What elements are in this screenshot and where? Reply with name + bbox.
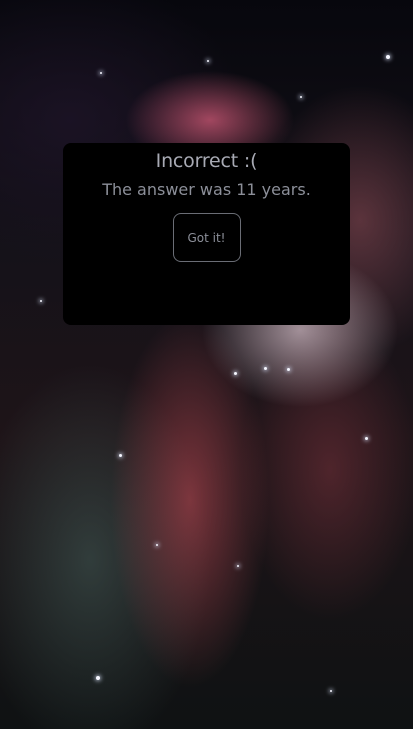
star	[156, 544, 158, 546]
dialog-message: The answer was 11 years.	[102, 180, 311, 199]
star	[119, 454, 122, 457]
nebula-background: Incorrect :( The answer was 11 years. Go…	[0, 0, 413, 729]
star	[40, 300, 42, 302]
star	[386, 55, 390, 59]
star	[287, 368, 290, 371]
result-dialog: Incorrect :( The answer was 11 years. Go…	[63, 143, 350, 325]
star	[234, 372, 237, 375]
got-it-button[interactable]: Got it!	[172, 213, 241, 262]
star	[264, 367, 267, 370]
star	[207, 60, 209, 62]
star	[100, 72, 102, 74]
star	[300, 96, 302, 98]
star	[330, 690, 332, 692]
star	[96, 676, 100, 680]
star	[237, 565, 239, 567]
star	[365, 437, 368, 440]
dialog-title: Incorrect :(	[155, 150, 258, 172]
